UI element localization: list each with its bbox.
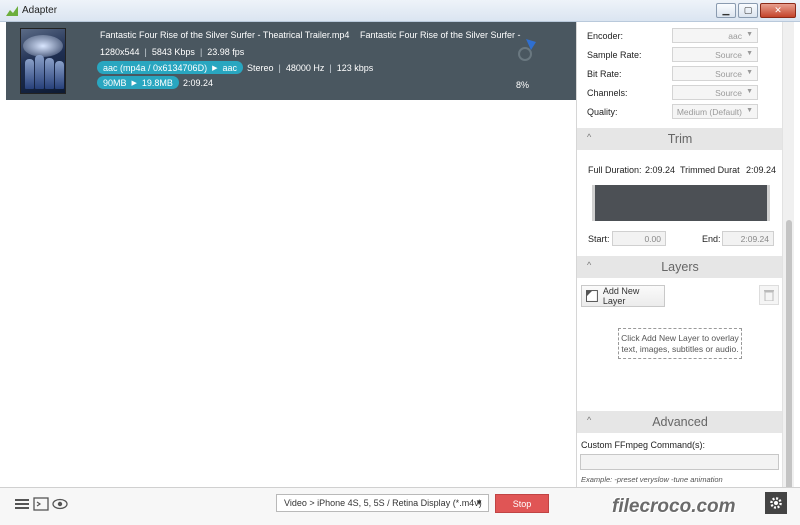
gear-icon <box>770 497 782 509</box>
output-file-name[interactable]: Fantastic Four Rise of the Silver Surfer… <box>360 30 521 40</box>
scrollbar-thumb[interactable] <box>786 220 792 490</box>
layers-empty-hint: Click Add New Layer to overlay text, ima… <box>618 328 742 359</box>
quality-row: Quality: Medium (Default) ▼ <box>587 104 777 120</box>
add-layer-label: Add New Layer <box>602 286 640 306</box>
stop-button[interactable]: Stop <box>495 494 549 513</box>
queue-pane: Fantastic Four Rise of the Silver Surfer… <box>6 22 576 487</box>
chevron-down-icon: ▼ <box>746 69 753 76</box>
close-button[interactable]: ✕ <box>760 3 796 18</box>
arrow-right-icon: ▶ <box>212 64 218 72</box>
maximize-button[interactable]: ▢ <box>738 3 758 18</box>
preview-eye-icon[interactable] <box>52 497 68 511</box>
settings-pane: Encoder: aac ▼ Sample Rate: Source ▼ Bit R… <box>576 22 783 487</box>
start-label: Start: <box>588 234 610 244</box>
sample-rate-select[interactable]: Source ▼ <box>672 47 758 62</box>
bit-rate-label: Bit Rate: <box>587 69 622 79</box>
chevron-down-icon: ▼ <box>475 498 483 507</box>
trimmed-duration-value: 2:09.24 <box>746 165 777 175</box>
title-bar: Adapter ▁ ▢ ✕ <box>0 0 800 22</box>
bit-rate-row: Bit Rate: Source ▼ <box>587 66 777 82</box>
quality-select[interactable]: Medium (Default) ▼ <box>672 104 758 119</box>
channels-select[interactable]: Source ▼ <box>672 85 758 100</box>
resolution: 1280x544 <box>100 47 140 57</box>
audio-sample-rate: 48000 Hz <box>285 62 325 73</box>
trim-range-slider[interactable] <box>592 185 770 221</box>
add-layer-icon <box>586 290 598 302</box>
size-pill: 90MB ▶ 19.8MB <box>97 76 179 89</box>
window-title: Adapter <box>22 5 58 16</box>
chevron-down-icon: ▼ <box>746 50 753 57</box>
trimmed-duration-label: Trimmed Durat <box>680 165 740 175</box>
ffmpeg-example: Example: -preset veryslow -tune animatio… <box>581 475 723 484</box>
trash-icon <box>764 290 774 301</box>
output-preset-select[interactable]: Video > iPhone 4S, 5, 5S / Retina Displa… <box>276 494 489 512</box>
end-label: End: <box>702 234 721 244</box>
layers-title: Layers <box>661 260 699 274</box>
full-duration-label: Full Duration: <box>588 165 642 175</box>
sample-rate-row: Sample Rate: Source ▼ <box>587 47 777 63</box>
audio-bitrate: 123 kbps <box>336 62 374 73</box>
queue-item[interactable]: Fantastic Four Rise of the Silver Surfer… <box>6 22 576 100</box>
custom-ffmpeg-label: Custom FFmpeg Command(s): <box>581 440 706 450</box>
quality-label: Quality: <box>587 107 618 117</box>
source-file-name: Fantastic Four Rise of the Silver Surfer… <box>100 30 350 40</box>
video-thumbnail <box>20 28 66 94</box>
duration: 2:09.24 <box>182 77 213 88</box>
audio-source-codec: aac (mp4a / 0x6134706D) <box>103 62 208 73</box>
watermark: filecroco.com <box>612 496 736 517</box>
encoder-row: Encoder: aac ▼ <box>587 28 777 44</box>
audio-channels: Stereo <box>246 62 274 73</box>
minimize-button[interactable]: ▁ <box>716 3 736 18</box>
advanced-section-header[interactable]: ^ Advanced <box>577 411 783 433</box>
chevron-down-icon: ▼ <box>746 107 753 114</box>
add-layer-button[interactable]: Add New Layer <box>581 285 665 307</box>
full-duration-value: 2:09.24 <box>645 165 676 175</box>
channels-row: Channels: Source ▼ <box>587 85 777 101</box>
advanced-title: Advanced <box>652 415 708 429</box>
bit-rate-select[interactable]: Source ▼ <box>672 66 758 81</box>
frame-rate: 23.98 fps <box>207 47 245 57</box>
trim-start-input[interactable]: 0.00 <box>612 231 666 246</box>
trim-section-header[interactable]: ^ Trim <box>577 128 783 150</box>
sample-rate-label: Sample Rate: <box>587 50 642 60</box>
trim-end-input[interactable]: 2:09.24 <box>722 231 774 246</box>
delete-layer-button[interactable] <box>759 285 779 305</box>
converting-spinner-icon <box>518 39 536 61</box>
arrow-right-icon: ▶ <box>131 79 137 87</box>
chevron-down-icon: ▼ <box>746 31 753 38</box>
channels-label: Channels: <box>587 88 628 98</box>
menu-icon[interactable] <box>14 497 30 511</box>
audio-target-codec: aac <box>222 62 237 73</box>
progress-percent: 8% <box>516 80 530 90</box>
video-bitrate: 5843 Kbps <box>151 47 195 57</box>
chevron-down-icon: ▼ <box>746 88 753 95</box>
app-icon <box>6 6 18 16</box>
audio-codec-pill: aac (mp4a / 0x6134706D) ▶ aac <box>97 61 243 74</box>
layers-section-header[interactable]: ^ Layers <box>577 256 783 278</box>
source-size: 90MB <box>103 77 127 88</box>
trim-title: Trim <box>667 132 693 146</box>
settings-scrollbar[interactable] <box>782 22 794 490</box>
encoder-select[interactable]: aac ▼ <box>672 28 758 43</box>
estimated-size: 19.8MB <box>141 77 173 88</box>
terminal-icon[interactable] <box>33 497 49 511</box>
settings-button[interactable] <box>765 492 787 514</box>
custom-ffmpeg-input[interactable] <box>580 454 779 470</box>
encoder-label: Encoder: <box>587 31 624 41</box>
